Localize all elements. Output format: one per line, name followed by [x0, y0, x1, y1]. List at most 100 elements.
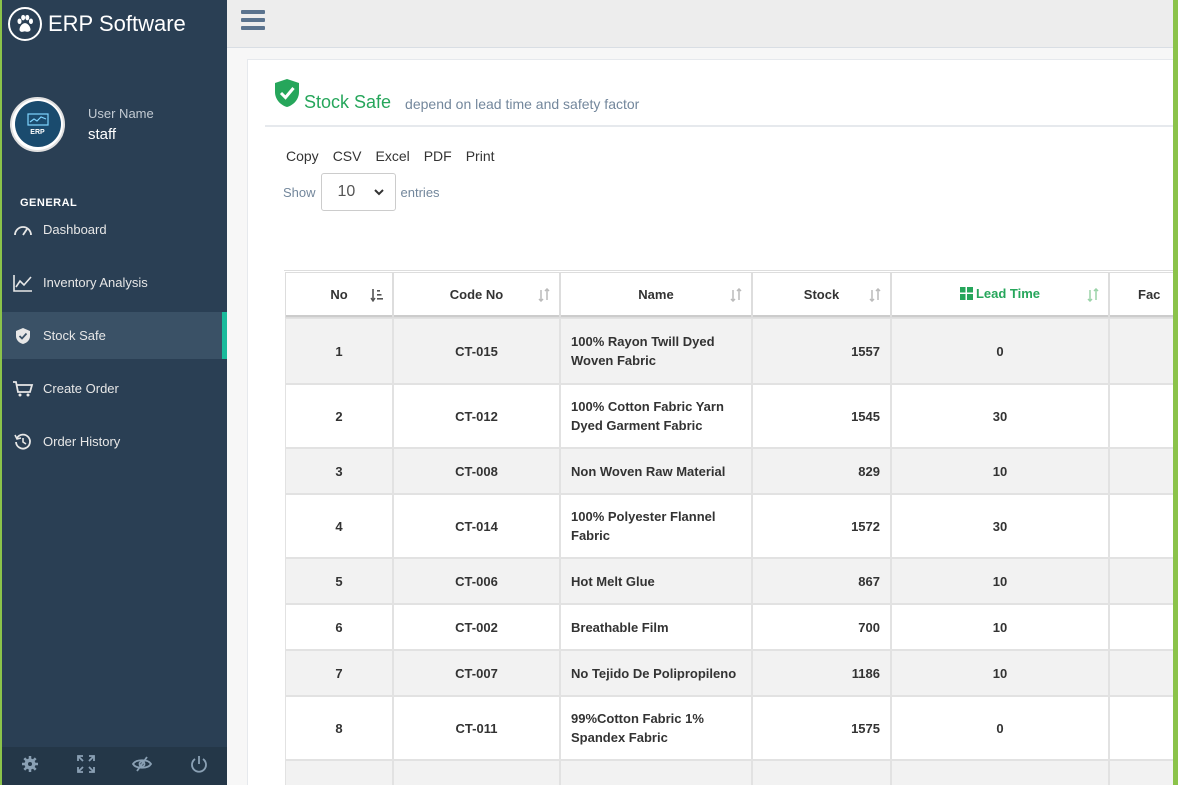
cell-factor	[1110, 319, 1173, 383]
sort-icon	[537, 287, 551, 305]
col-header-stock[interactable]: Stock	[753, 273, 890, 317]
cell-lead-time	[892, 761, 1108, 785]
cell-lead-time: 10	[892, 449, 1108, 493]
cell-factor	[1110, 651, 1173, 695]
csv-button[interactable]: CSV	[333, 148, 362, 164]
cell-no: 7	[286, 651, 392, 695]
sidebar-item-inventory-analysis[interactable]: Inventory Analysis	[2, 259, 227, 306]
shield-check-icon	[274, 78, 300, 113]
cell-stock: 1572	[753, 495, 890, 557]
cell-no: 8	[286, 697, 392, 759]
stock-table: No Code No Name Stock Lead Time Fac 1 CT…	[284, 271, 1173, 785]
grid-icon	[959, 286, 973, 303]
page-title: Stock Safe	[304, 92, 392, 112]
sidebar-item-create-order[interactable]: Create Order	[2, 365, 227, 412]
col-header-lead-time[interactable]: Lead Time	[892, 273, 1108, 317]
sidebar-item-dashboard[interactable]: Dashboard	[2, 206, 227, 253]
cell-factor	[1110, 761, 1173, 785]
col-header-code[interactable]: Code No	[394, 273, 559, 317]
table-row[interactable]: 7 CT-007 No Tejido De Polipropileno 1186…	[286, 651, 1173, 695]
cell-code: CT-015	[394, 319, 559, 383]
cell-lead-time: 0	[892, 319, 1108, 383]
cell-name: Breathable Film	[561, 605, 751, 649]
top-nav	[227, 0, 1173, 48]
cell-lead-time: 0	[892, 697, 1108, 759]
entries-select[interactable]: 10	[320, 173, 396, 211]
table-row[interactable]: 2 CT-012 100% Cotton Fabric Yarn Dyed Ga…	[286, 385, 1173, 447]
export-buttons: Copy CSV Excel PDF Print	[286, 148, 495, 164]
power-icon[interactable]	[190, 755, 208, 778]
cell-name: 100% Cotton Fabric Yarn Dyed Garment Fab…	[561, 385, 751, 447]
sidebar-item-stock-safe[interactable]: Stock Safe	[2, 312, 227, 359]
col-header-no[interactable]: No	[286, 273, 392, 317]
cell-lead-time: 30	[892, 385, 1108, 447]
col-header-name[interactable]: Name	[561, 273, 751, 317]
cell-no: 4	[286, 495, 392, 557]
cell-code: CT-002	[394, 605, 559, 649]
cell-stock: 1186	[753, 651, 890, 695]
settings-icon[interactable]	[21, 755, 39, 778]
section-general: GENERAL	[20, 197, 78, 209]
profile: ERP User Name staff	[2, 48, 227, 178]
entries-length: Show 10 entries	[283, 173, 440, 211]
col-header-label: Fac	[1138, 286, 1161, 302]
show-label: Show	[283, 184, 316, 200]
menu-toggle-icon[interactable]	[241, 10, 265, 30]
cell-factor	[1110, 495, 1173, 557]
sidebar-item-label: Create Order	[43, 381, 119, 396]
shopping-cart-icon	[12, 379, 34, 399]
sort-icon	[729, 287, 743, 305]
sort-icon	[868, 287, 882, 305]
cell-no: 5	[286, 559, 392, 603]
cell-no: 6	[286, 605, 392, 649]
cell-stock: 1557	[753, 319, 890, 383]
cell-factor	[1110, 449, 1173, 493]
sidebar-footer	[2, 747, 227, 785]
cell-code: CT-011	[394, 697, 559, 759]
cell-no: 2	[286, 385, 392, 447]
stock-safe-panel: Stock Safe depend on lead time and safet…	[247, 59, 1173, 785]
copy-button[interactable]: Copy	[286, 148, 319, 164]
entries-select-value: 10	[337, 183, 356, 200]
sidebar-item-order-history[interactable]: Order History	[2, 418, 227, 465]
cell-code	[394, 761, 559, 785]
table-row[interactable]: 5 CT-006 Hot Melt Glue 867 10	[286, 559, 1173, 603]
table-row[interactable]: 4 CT-014 100% Polyester Flannel Fabric 1…	[286, 495, 1173, 557]
chevron-down-icon	[373, 185, 385, 203]
col-header-label: Stock	[803, 286, 840, 302]
sidebar-nav: Dashboard Inventory Analysis Stock Safe …	[2, 206, 227, 465]
cell-factor	[1110, 385, 1173, 447]
col-header-label: Name	[638, 286, 674, 302]
brand[interactable]: ERP Software	[2, 0, 227, 48]
fullscreen-icon[interactable]	[76, 754, 95, 778]
cell-name	[561, 761, 751, 785]
paw-icon	[8, 7, 42, 41]
hide-eye-icon[interactable]	[132, 755, 153, 777]
excel-button[interactable]: Excel	[375, 148, 409, 164]
table-row[interactable]	[286, 761, 1173, 785]
cell-name: 100% Polyester Flannel Fabric	[561, 495, 751, 557]
pdf-button[interactable]: PDF	[424, 148, 452, 164]
col-header-factor[interactable]: Fac	[1110, 273, 1173, 317]
history-icon	[12, 432, 34, 452]
sidebar-item-label: Dashboard	[43, 222, 107, 237]
avatar-label: ERP	[30, 128, 45, 136]
sidebar-item-label: Order History	[43, 434, 121, 449]
cell-stock: 700	[753, 605, 890, 649]
table-row[interactable]: 3 CT-008 Non Woven Raw Material 829 10	[286, 449, 1173, 493]
monitor-chart-icon	[26, 112, 49, 126]
cell-name: 100% Rayon Twill Dyed Woven Fabric	[561, 319, 751, 383]
print-button[interactable]: Print	[466, 148, 495, 164]
cell-name: 99%Cotton Fabric 1% Spandex Fabric	[561, 697, 751, 759]
stock-table-wrapper: No Code No Name Stock Lead Time Fac 1 CT…	[284, 270, 1173, 785]
table-row[interactable]: 6 CT-002 Breathable Film 700 10	[286, 605, 1173, 649]
sidebar: ERP Software ERP User Name staff GENERAL…	[2, 0, 227, 785]
table-row[interactable]: 1 CT-015 100% Rayon Twill Dyed Woven Fab…	[286, 319, 1173, 383]
sidebar-item-label: Stock Safe	[43, 328, 106, 343]
col-header-label: No	[330, 286, 348, 302]
user-name-label: User Name	[88, 105, 154, 121]
cell-lead-time: 10	[892, 651, 1108, 695]
table-row[interactable]: 8 CT-011 99%Cotton Fabric 1% Spandex Fab…	[286, 697, 1173, 759]
cell-code: CT-006	[394, 559, 559, 603]
sort-icon	[1086, 287, 1100, 305]
